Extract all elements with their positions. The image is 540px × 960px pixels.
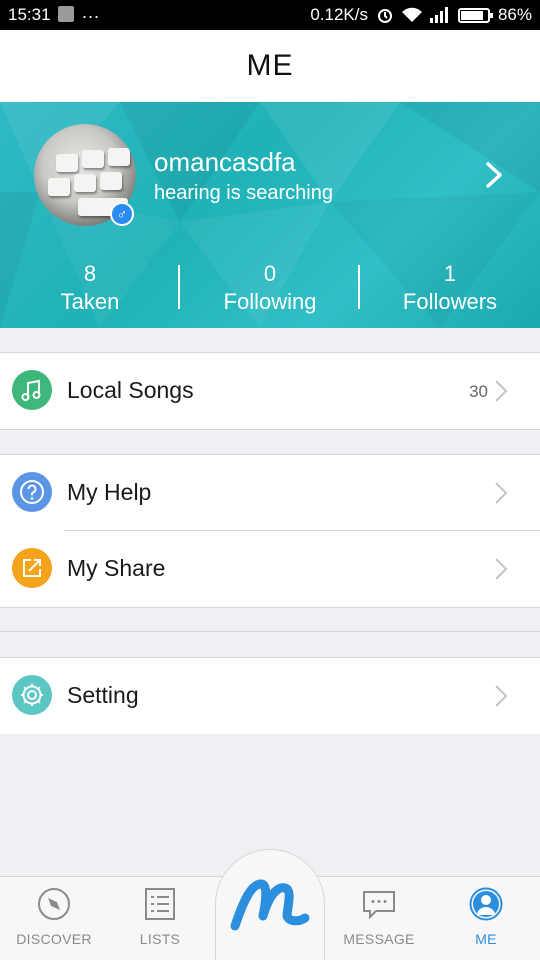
menu-group-local: Local Songs 30 (0, 352, 540, 430)
app-logo-icon (230, 879, 310, 931)
compass-icon (38, 888, 70, 920)
my-help-row[interactable]: My Help (0, 455, 540, 531)
alarm-icon (377, 9, 392, 23)
chevron-right-icon (495, 380, 508, 402)
list-icon (145, 888, 175, 920)
nav-message-label: MESSAGE (343, 931, 415, 947)
my-help-label: My Help (67, 479, 152, 505)
stat-followers-value: 1 (443, 261, 457, 286)
local-songs-label: Local Songs (67, 377, 194, 403)
setting-row[interactable]: Setting (0, 658, 540, 734)
stat-taken[interactable]: 8 Taken (0, 260, 180, 316)
stat-following-value: 0 (263, 261, 277, 286)
nav-me-label: ME (475, 931, 497, 947)
username: omancasdfa (154, 147, 296, 177)
menu-group-setting: Setting (0, 657, 540, 734)
my-share-row[interactable]: My Share (0, 531, 540, 607)
signal-icon (429, 7, 448, 23)
nav-lists-label: LISTS (139, 931, 181, 947)
status-time: 15:31 (8, 5, 51, 24)
profile-banner[interactable]: ♂ omancasdfa hearing is searching 8 Take… (0, 102, 540, 328)
stat-taken-value: 8 (83, 261, 97, 286)
share-icon (12, 548, 52, 588)
center-logo-button[interactable] (215, 849, 325, 960)
stat-following-label: Following (223, 289, 317, 314)
page-header: ME (0, 30, 540, 102)
more-notifications-indicator: ... (82, 2, 101, 22)
music-note-icon (12, 370, 52, 410)
local-songs-row[interactable]: Local Songs 30 (0, 353, 540, 429)
gear-icon (12, 675, 52, 715)
local-songs-count: 30 (469, 382, 488, 401)
page-title: ME (246, 49, 294, 82)
setting-label: Setting (67, 682, 139, 708)
male-gender-icon: ♂ (110, 202, 134, 226)
chevron-right-icon (495, 482, 508, 504)
nav-discover[interactable]: DISCOVER (0, 877, 108, 960)
notification-icon (58, 6, 74, 22)
chevron-right-icon (495, 685, 508, 707)
message-icon (363, 891, 395, 920)
battery-icon (457, 7, 493, 23)
section-divider (0, 631, 540, 632)
my-share-label: My Share (67, 555, 166, 581)
menu-group-help: My Help My Share (0, 454, 540, 608)
nav-message[interactable]: MESSAGE (325, 877, 433, 960)
stat-followers-label: Followers (402, 289, 498, 314)
user-profile-icon (469, 887, 503, 921)
chevron-right-icon[interactable] (482, 160, 506, 190)
nav-me[interactable]: ME (432, 877, 540, 960)
question-icon (12, 472, 52, 512)
nav-discover-label: DISCOVER (16, 931, 92, 947)
network-speed: 0.12K/s (310, 5, 368, 24)
stat-following[interactable]: 0 Following (180, 260, 360, 316)
wifi-icon (401, 7, 422, 22)
stat-followers[interactable]: 1 Followers (360, 260, 540, 316)
user-signature: hearing is searching (154, 182, 333, 204)
stat-taken-label: Taken (60, 289, 120, 314)
nav-lists[interactable]: LISTS (106, 877, 214, 960)
status-bar: 15:31 ... 0.12K/s 86% (0, 0, 540, 30)
chevron-right-icon (495, 558, 508, 580)
battery-percent: 86% (497, 5, 532, 24)
